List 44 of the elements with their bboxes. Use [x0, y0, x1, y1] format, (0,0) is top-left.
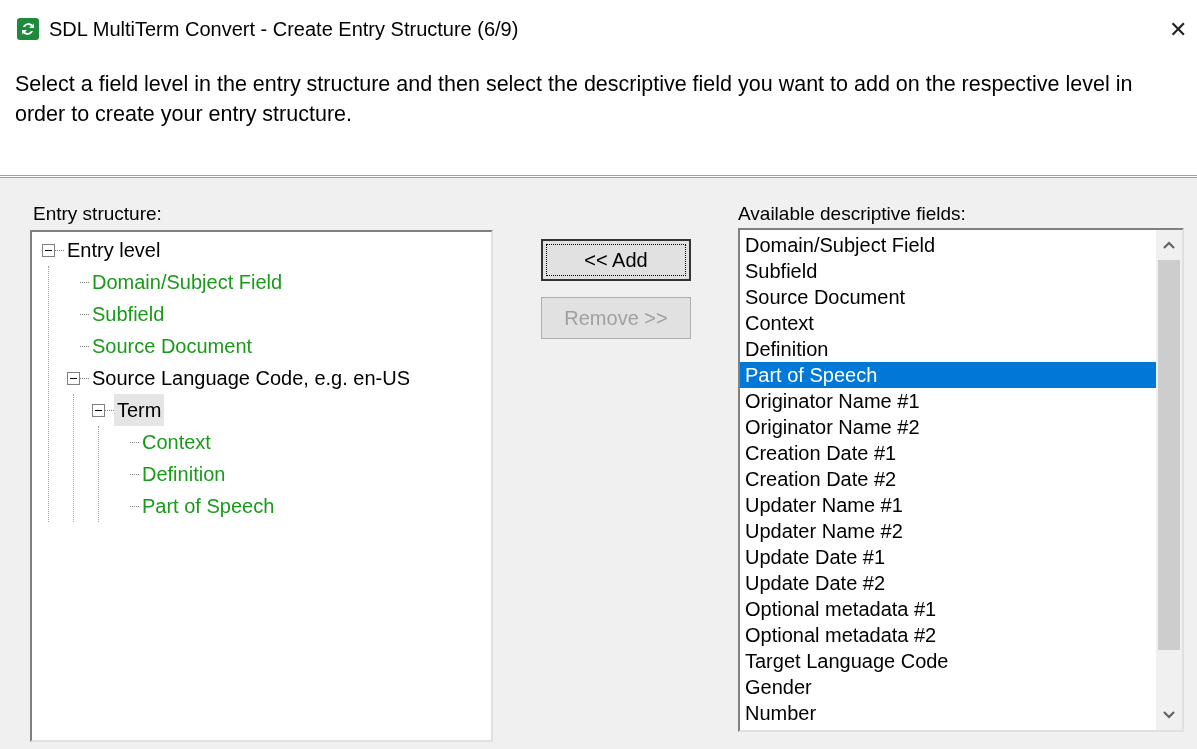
- available-fields-label: Available descriptive fields:: [738, 202, 967, 226]
- tree-item[interactable]: Domain/Subject Field: [89, 266, 286, 298]
- list-item[interactable]: Optional metadata #2: [740, 622, 1156, 648]
- scroll-up-icon[interactable]: [1162, 240, 1176, 250]
- collapse-icon[interactable]: [42, 243, 55, 257]
- tree-item[interactable]: Subfield: [89, 298, 168, 330]
- entry-structure-label: Entry structure:: [33, 202, 163, 226]
- list-item[interactable]: Part of Speech: [740, 362, 1156, 388]
- tree-item[interactable]: Source Language Code, e.g. en-US: [89, 362, 413, 394]
- collapse-icon[interactable]: [67, 371, 80, 385]
- tree-item[interactable]: Entry level: [64, 234, 164, 266]
- app-logo-icon: [17, 18, 39, 40]
- scroll-down-icon[interactable]: [1162, 710, 1176, 720]
- list-item[interactable]: Creation Date #2: [740, 466, 1156, 492]
- list-item[interactable]: Update Date #1: [740, 544, 1156, 570]
- list-item[interactable]: Optional metadata #1: [740, 596, 1156, 622]
- list-item[interactable]: Context: [740, 310, 1156, 336]
- instructions-text: Select a field level in the entry structure and then select the descriptive field you want to add on the respective level in order to create your entry structure.: [15, 71, 1134, 128]
- list-item[interactable]: Source Document: [740, 284, 1156, 310]
- tree-item[interactable]: Definition: [139, 458, 229, 490]
- list-item[interactable]: Updater Name #1: [740, 492, 1156, 518]
- list-item[interactable]: Number: [740, 700, 1156, 726]
- list-item[interactable]: Updater Name #2: [740, 518, 1156, 544]
- window-title: SDL MultiTerm Convert - Create Entry Structure (6/9): [49, 17, 520, 42]
- list-item[interactable]: Domain/Subject Field: [740, 232, 1156, 258]
- entry-structure-tree[interactable]: Entry level Domain/Subject Field Subfield Source Document Source Language Code, e.g. en-US Term Context Definition Part of Speech: [30, 230, 493, 742]
- list-item[interactable]: Definition: [740, 336, 1156, 362]
- close-button[interactable]: ✕: [1165, 12, 1191, 46]
- scrollbar[interactable]: [1156, 230, 1182, 730]
- tree-item[interactable]: Source Document: [89, 330, 256, 362]
- list-item[interactable]: Gender: [740, 674, 1156, 700]
- collapse-icon[interactable]: [92, 403, 105, 417]
- list-item[interactable]: Creation Date #1: [740, 440, 1156, 466]
- available-fields-list[interactable]: [738, 228, 1184, 732]
- list-item[interactable]: Target Language Code: [740, 648, 1156, 674]
- scrollbar-thumb[interactable]: [1158, 260, 1180, 650]
- list-item[interactable]: Subfield: [740, 258, 1156, 284]
- tree-item[interactable]: Part of Speech: [139, 490, 278, 522]
- add-button[interactable]: << Add: [541, 239, 691, 281]
- tree-item[interactable]: Term: [114, 394, 165, 426]
- list-item[interactable]: Update Date #2: [740, 570, 1156, 596]
- list-item[interactable]: Originator Name #2: [740, 414, 1156, 440]
- tree-item[interactable]: Context: [139, 426, 214, 458]
- list-item[interactable]: Originator Name #1: [740, 388, 1156, 414]
